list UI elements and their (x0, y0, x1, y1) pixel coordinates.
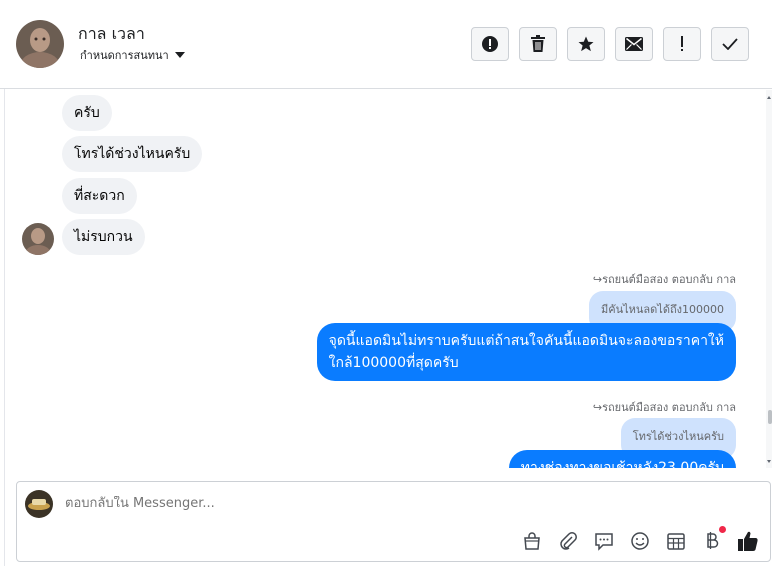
emoji-button[interactable] (629, 530, 651, 552)
calendar-grid-icon (667, 533, 685, 550)
incoming-message: ครับ (62, 95, 112, 131)
outgoing-message-line: จุดนี้แอดมินไม่ทราบครับแต่ถ้าสนใจคันนี้แ… (328, 333, 724, 349)
incoming-message: ไม่รบกวน (62, 219, 145, 255)
payment-button[interactable] (701, 526, 726, 552)
reply-input[interactable] (65, 496, 465, 511)
conversation-label-text: กำหนดการสนทนา (80, 49, 169, 62)
like-button[interactable] (737, 530, 759, 552)
exclamation-icon (681, 36, 683, 51)
shop-button[interactable] (521, 530, 543, 552)
outgoing-message: จุดนี้แอดมินไม่ทราบครับแต่ถ้าสนใจคันนี้แ… (316, 323, 736, 381)
appointment-button[interactable] (665, 530, 687, 552)
attach-button[interactable] (557, 530, 579, 552)
thumbs-up-icon (738, 531, 758, 551)
smiley-icon (631, 532, 649, 550)
outgoing-message-line: ใกล้100000ที่สุดครับ (328, 355, 459, 371)
page-avatar (25, 490, 53, 518)
mark-done-button[interactable] (711, 27, 749, 61)
star-button[interactable] (567, 27, 605, 61)
envelope-icon (625, 37, 643, 51)
incoming-message: ที่สะดวก (62, 178, 137, 214)
incoming-message: โทรได้ช่วงไหนครับ (62, 136, 203, 172)
star-icon (578, 36, 594, 52)
mark-unread-button[interactable] (615, 27, 653, 61)
reply-label: ↪รถยนต์มือสอง ตอบกลับ กาล (592, 273, 736, 286)
shopping-bag-icon (524, 532, 540, 550)
thread-scrollbar[interactable] (766, 90, 772, 468)
contact-name: กาล เวลา (78, 24, 145, 43)
scroll-up-arrow-icon[interactable] (767, 96, 771, 99)
check-icon (722, 38, 738, 50)
speech-bubble-icon (595, 533, 613, 551)
trash-icon (531, 35, 545, 52)
alert-circle-icon (482, 36, 498, 52)
contact-avatar-small (22, 223, 54, 255)
message-thread[interactable]: ครับ โทรได้ช่วงไหนครับ ที่สะดวก ไม่รบกวน… (4, 90, 766, 468)
follow-up-button[interactable] (663, 27, 701, 61)
scrollbar-thumb[interactable] (768, 410, 772, 424)
scroll-down-arrow-icon[interactable] (767, 460, 771, 463)
outgoing-message: ทางช่องทางขอเช้าหลัง23.00ครับ (508, 450, 736, 468)
outgoing-message-line: ทางช่องทางขอเช้าหลัง23.00ครับ (520, 460, 724, 468)
mark-spam-button[interactable] (471, 27, 509, 61)
reply-label: ↪รถยนต์มือสอง ตอบกลับ กาล (592, 401, 736, 414)
baht-icon (707, 532, 719, 549)
conversation-header: กาล เวลา กำหนดการสนทนา (0, 0, 772, 89)
delete-button[interactable] (519, 27, 557, 61)
caret-down-icon (174, 52, 185, 58)
message-composer (16, 481, 771, 562)
contact-avatar[interactable] (16, 20, 64, 68)
paperclip-icon (560, 532, 577, 550)
saved-replies-button[interactable] (593, 530, 615, 552)
conversation-label-dropdown[interactable]: กำหนดการสนทนา (80, 46, 185, 64)
notification-dot (719, 526, 726, 533)
